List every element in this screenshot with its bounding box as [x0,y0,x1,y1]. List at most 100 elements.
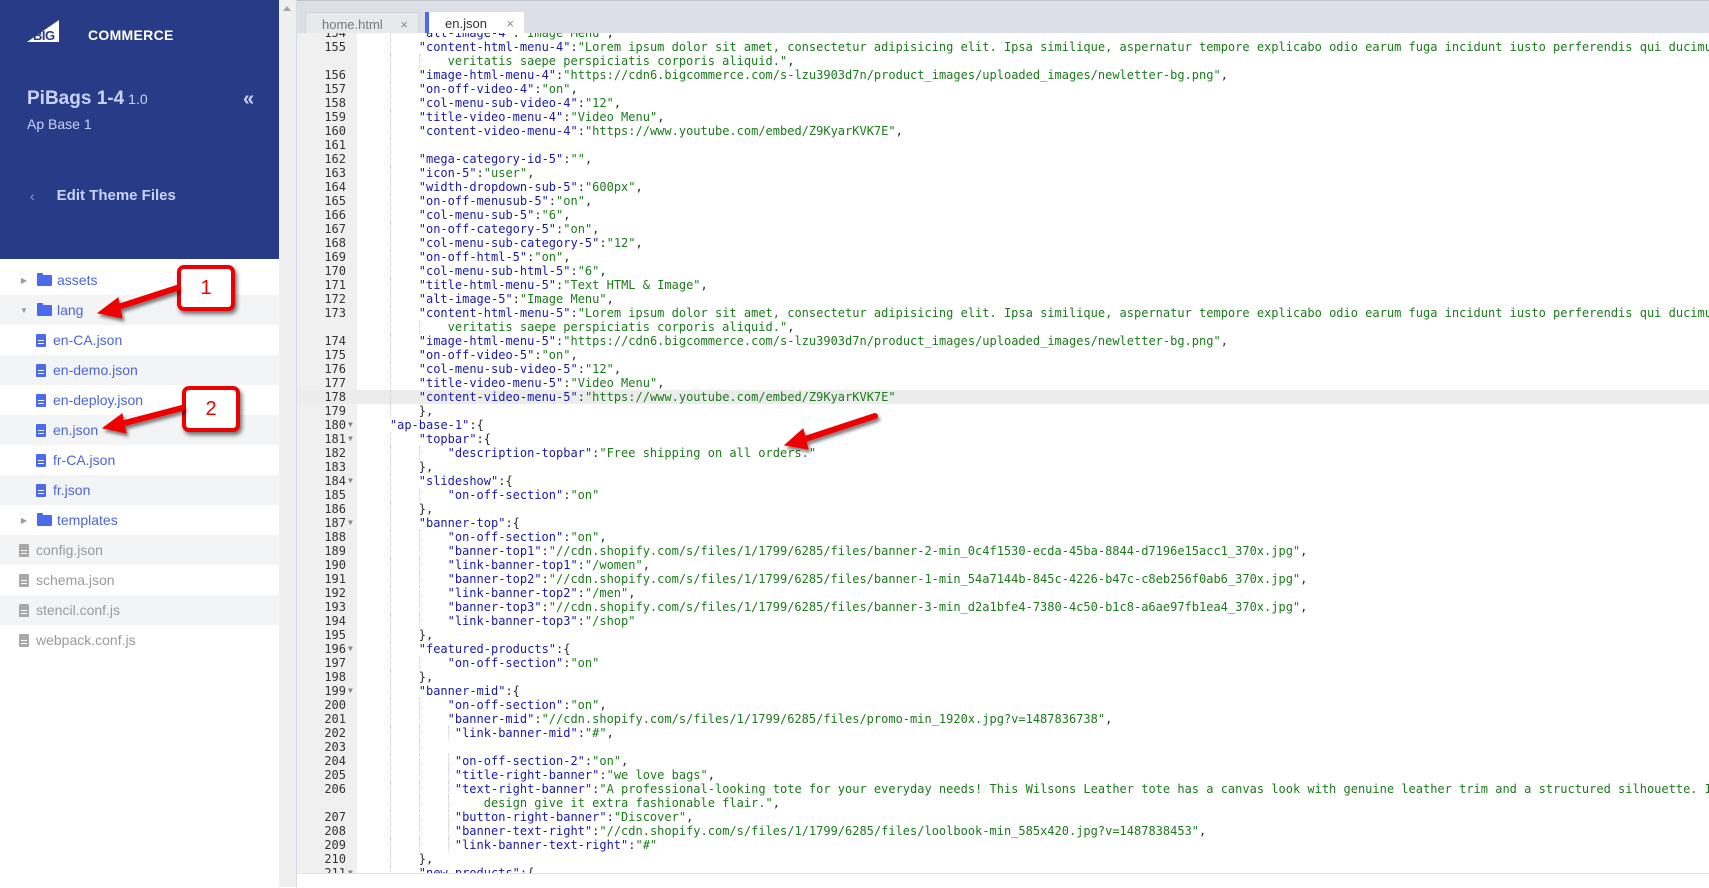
code-line[interactable]: 195}, [297,628,1709,642]
code-line[interactable]: 161 [297,138,1709,152]
code-text: "on-off-menusub-5":"on", [418,194,593,208]
code-line[interactable]: 159 "title-video-menu-4":"Video Menu", [297,110,1709,124]
fold-toggle-icon[interactable]: ▼ [348,642,353,656]
horizontal-scrollbar[interactable] [297,873,1709,888]
code-line[interactable]: 176 "col-menu-sub-video-5":"12", [297,362,1709,376]
code-line[interactable]: 179}, [297,404,1709,418]
code-line[interactable]: 186}, [297,502,1709,516]
code-line[interactable]: 190 "link-banner-top1":"/women", [297,558,1709,572]
code-line[interactable]: 162 "mega-category-id-5":"", [297,152,1709,166]
code-line[interactable]: 202 "link-banner-mid":"#", [297,726,1709,740]
tree-folder-assets[interactable]: ▶ assets [0,265,279,295]
code-line[interactable]: 207 "button-right-banner":"Discover", [297,810,1709,824]
code-line[interactable]: 200 "on-off-section":"on", [297,698,1709,712]
code-line[interactable]: 172 "alt-image-5":"Image Menu", [297,292,1709,306]
code-line[interactable]: 170 "col-menu-sub-html-5":"6", [297,264,1709,278]
tree-file-en-ca[interactable]: en-CA.json [0,325,279,355]
code-line[interactable]: design give it extra fashionable flair."… [297,796,1709,810]
code-line[interactable]: 209 "link-banner-text-right":"#" [297,838,1709,852]
code-line[interactable]: 205 "title-right-banner":"we love bags", [297,768,1709,782]
bigcommerce-logo[interactable]: BIG COMMERCE [27,20,187,46]
code-line[interactable]: veritatis saepe perspiciatis corporis al… [297,54,1709,68]
close-tab-icon[interactable]: × [400,17,408,32]
tree-item-label: stencil.conf.js [36,602,121,618]
code-line[interactable]: 194 "link-banner-top3":"/shop" [297,614,1709,628]
collapse-sidebar-icon[interactable]: « [243,88,254,111]
code-line[interactable]: 184 ▼ "slideshow":{ [297,474,1709,488]
fold-toggle-icon[interactable]: ▼ [348,516,353,530]
fold-toggle-icon[interactable]: ▼ [348,684,353,698]
code-line[interactable]: 156 "image-html-menu-4":"https://cdn6.big… [297,68,1709,82]
code-line[interactable]: 188 "on-off-section":"on", [297,530,1709,544]
tree-file-stencil-conf[interactable]: stencil.conf.js [0,595,279,625]
fold-toggle-icon[interactable]: ▼ [348,418,353,432]
code-line[interactable]: 158 "col-menu-sub-video-4":"12", [297,96,1709,110]
caret-right-icon[interactable]: ▶ [19,516,29,525]
tree-file-en-demo[interactable]: en-demo.json [0,355,279,385]
line-number: 188 [324,530,346,544]
edit-theme-files-link[interactable]: ‹ Edit Theme Files [30,187,176,204]
caret-right-icon[interactable]: ▶ [19,276,29,285]
tree-file-fr[interactable]: fr.json [0,475,279,505]
code-line[interactable]: 177 "title-video-menu-5":"Video Menu", [297,376,1709,390]
code-line[interactable]: 173 "content-html-menu-5":"Lorem ipsum do… [297,306,1709,320]
code-line[interactable]: 206 "text-right-banner":"A professional-l… [297,782,1709,796]
code-line[interactable]: 168 "col-menu-sub-category-5":"12", [297,236,1709,250]
code-line[interactable]: 183}, [297,460,1709,474]
code-line[interactable]: 180 ▼ "ap-base-1":{ [297,418,1709,432]
code-line[interactable]: 196 ▼ "featured-products":{ [297,642,1709,656]
code-line[interactable]: 193 "banner-top3":"//cdn.shopify.com/s/fi… [297,600,1709,614]
code-line[interactable]: 163 "icon-5":"user", [297,166,1709,180]
code-line[interactable]: 182 "description-topbar":"Free shipping o… [297,446,1709,460]
code-editor[interactable]: 154 "alt-image-4":"Image Menu", 155 "conten… [297,33,1709,873]
code-line[interactable]: 211 ▼ "new-products":{ [297,866,1709,873]
code-line[interactable]: 164 "width-dropdown-sub-5":"600px", [297,180,1709,194]
fold-toggle-icon[interactable]: ▼ [348,474,353,488]
code-line[interactable]: 171 "title-html-menu-5":"Text HTML & Imag… [297,278,1709,292]
code-line[interactable]: veritatis saepe perspiciatis corporis al… [297,320,1709,334]
scroll-strip[interactable] [279,0,297,887]
tree-file-webpack-conf[interactable]: webpack.conf.js [0,625,279,655]
code-line[interactable]: 154 "alt-image-4":"Image Menu", [297,33,1709,40]
code-line[interactable]: 160 "content-video-menu-4":"https://www.y… [297,124,1709,138]
code-text: "title-video-menu-4":"Video Menu", [418,110,665,124]
fold-toggle-icon[interactable]: ▼ [348,866,353,873]
scroll-up-icon[interactable] [283,6,291,11]
code-line[interactable]: 197 "on-off-section":"on" [297,656,1709,670]
code-text: "icon-5":"user", [418,166,535,180]
code-line[interactable]: 201 "banner-mid":"//cdn.shopify.com/s/fil… [297,712,1709,726]
close-tab-icon[interactable]: × [506,16,514,31]
code-line[interactable]: 203 [297,740,1709,754]
code-line[interactable]: 166 "col-menu-sub-5":"6", [297,208,1709,222]
caret-down-icon[interactable]: ▼ [19,306,29,315]
indent-guide [389,656,391,670]
code-line[interactable]: 157 "on-off-video-4":"on", [297,82,1709,96]
tab-home-html[interactable]: home.html × [305,12,419,35]
tree-file-config[interactable]: config.json [0,535,279,565]
code-line[interactable]: 191 "banner-top2":"//cdn.shopify.com/s/fi… [297,572,1709,586]
tree-file-schema[interactable]: schema.json [0,565,279,595]
code-line[interactable]: 165 "on-off-menusub-5":"on", [297,194,1709,208]
code-line[interactable]: 199 ▼ "banner-mid":{ [297,684,1709,698]
code-line[interactable]: 169 "on-off-html-5":"on", [297,250,1709,264]
tree-folder-templates[interactable]: ▶ templates [0,505,279,535]
indent-guide [389,558,391,572]
tree-file-fr-ca[interactable]: fr-CA.json [0,445,279,475]
tab-en-json[interactable]: en.json × [425,12,524,34]
code-line[interactable]: 155 "content-html-menu-4":"Lorem ipsum do… [297,40,1709,54]
code-line[interactable]: 185 "on-off-section":"on" [297,488,1709,502]
code-line[interactable]: 181 ▼ "topbar":{ [297,432,1709,446]
code-line[interactable]: 175 "on-off-video-5":"on", [297,348,1709,362]
code-line[interactable]: 167 "on-off-category-5":"on", [297,222,1709,236]
code-line[interactable]: 210}, [297,852,1709,866]
code-line[interactable]: 187 ▼ "banner-top":{ [297,516,1709,530]
code-line[interactable]: 178 "content-video-menu-5":"https://www.y… [297,390,1709,404]
code-line[interactable]: 204 "on-off-section-2":"on", [297,754,1709,768]
fold-toggle-icon[interactable]: ▼ [348,432,353,446]
code-line[interactable]: 198}, [297,670,1709,684]
code-line[interactable]: 174 "image-html-menu-5":"https://cdn6.big… [297,334,1709,348]
code-line[interactable]: 192 "link-banner-top2":"/men", [297,586,1709,600]
code-line[interactable]: 189 "banner-top1":"//cdn.shopify.com/s/fi… [297,544,1709,558]
tree-folder-lang[interactable]: ▼ lang [0,295,279,325]
code-line[interactable]: 208 "banner-text-right":"//cdn.shopify.co… [297,824,1709,838]
